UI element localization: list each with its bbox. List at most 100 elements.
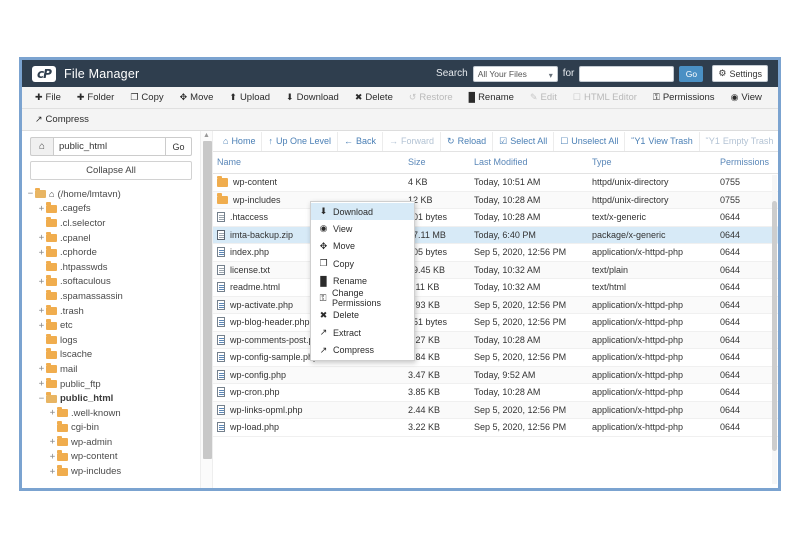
toolbar-button-copy[interactable]: ❐ Copy — [123, 88, 170, 108]
toolbar-button-permissions[interactable]: ⚿ Permissions — [646, 88, 722, 108]
context-menu-item-compress[interactable]: ↗ Compress — [311, 341, 414, 358]
toolbar-button-file[interactable]: ✚ File — [28, 88, 68, 108]
context-menu-item-extract[interactable]: ↗ Extract — [311, 324, 414, 341]
toolbar-button-delete[interactable]: ✖ Delete — [348, 88, 400, 108]
tree-item-label: .cpanel — [60, 232, 91, 244]
column-header-permissions[interactable]: Permissions — [716, 152, 778, 174]
table-row[interactable]: wp-load.php 3.22 KB Sep 5, 2020, 12:56 PM a… — [213, 418, 778, 437]
search-go-button[interactable]: Go — [679, 65, 704, 82]
tree-item-label: lscache — [60, 349, 93, 361]
context-menu-item-delete[interactable]: ✖ Delete — [311, 307, 414, 324]
tree-item-logs[interactable]: logs — [26, 333, 200, 348]
toolbar-button-compress[interactable]: ↗ Compress — [28, 110, 96, 130]
toolbar-button-move[interactable]: ✥ Move — [173, 88, 221, 108]
tree-item-lscache[interactable]: lscache — [26, 348, 200, 363]
search-input[interactable] — [579, 65, 675, 82]
tree-item-wp-content[interactable]: + wp-content — [26, 450, 200, 465]
tree-item-wp-includes[interactable]: + wp-includes — [26, 464, 200, 479]
toolbar-button-upload[interactable]: ⬆ Upload — [222, 88, 277, 108]
collapse-all-button[interactable]: Collapse All — [30, 161, 192, 180]
nav-button-home[interactable]: ⌂ Home — [217, 131, 263, 151]
column-header-type[interactable]: Type — [588, 152, 716, 174]
search-scope-select[interactable]: All Your Files ▾ — [472, 65, 558, 82]
expand-icon[interactable]: + — [37, 379, 46, 389]
expand-icon[interactable]: + — [37, 321, 46, 331]
column-header-size[interactable]: Size — [404, 152, 470, 174]
toolbar-button-folder[interactable]: ✚ Folder — [70, 88, 121, 108]
table-row[interactable]: wp-cron.php 3.85 KB Today, 10:28 AM applica… — [213, 383, 778, 402]
tree-item-cpanel[interactable]: + .cpanel — [26, 231, 200, 246]
tree-item-trash[interactable]: + .trash — [26, 304, 200, 319]
path-go-button[interactable]: Go — [166, 137, 192, 156]
context-menu-item-change-permissions[interactable]: ⚿ Change Permissions — [311, 288, 414, 308]
sidebar-scrollbar[interactable]: ▲ — [200, 131, 213, 488]
key-icon: ⚿ — [319, 292, 327, 303]
toolbar-button-rename[interactable]: █ Rename — [462, 88, 521, 108]
file-list-scrollbar[interactable] — [772, 175, 777, 484]
nav-button-up-one-level[interactable]: ↑ Up One Level — [262, 131, 338, 151]
table-row[interactable]: imta-backup.zip 57.11 MB Today, 6:40 PM pac… — [213, 226, 778, 244]
context-menu-item-copy[interactable]: ❐ Copy — [311, 255, 414, 272]
tree-item-spamassassin[interactable]: .spamassassin — [26, 289, 200, 304]
collapse-icon[interactable]: − — [37, 394, 46, 404]
tree-item-cgi-bin[interactable]: cgi-bin — [26, 421, 200, 436]
table-row[interactable]: wp-content 4 KB Today, 10:51 AM httpd/unix-… — [213, 173, 778, 192]
path-input[interactable]: public_html — [53, 137, 166, 156]
nav-button-reload[interactable]: ↻ Reload — [441, 131, 494, 151]
tree-item-cagefs[interactable]: + .cagefs — [26, 202, 200, 217]
toolbar-button-download[interactable]: ⬇ Download — [279, 88, 346, 108]
context-menu-item-view[interactable]: ◉ View — [311, 220, 414, 237]
expand-icon[interactable]: + — [37, 306, 46, 316]
expand-icon[interactable]: + — [37, 248, 46, 258]
toolbar-button-extract[interactable]: ↗Extract — [771, 88, 779, 108]
tree-item-homelmtavn[interactable]: − ⌂ (/home/lmtavn) — [26, 187, 200, 202]
tree-item-clselector[interactable]: .cl.selector — [26, 216, 200, 231]
scroll-up-arrow-icon[interactable]: ▲ — [201, 131, 212, 140]
tree-item-htpasswds[interactable]: .htpasswds — [26, 260, 200, 275]
tree-item-public_html[interactable]: − public_html — [26, 391, 200, 406]
column-header-name[interactable]: Name — [213, 152, 404, 174]
expand-icon[interactable]: + — [37, 277, 46, 287]
table-row[interactable]: index.php 405 bytes Sep 5, 2020, 12:56 PM a… — [213, 243, 778, 262]
settings-button[interactable]: ⚙ Settings — [712, 65, 768, 82]
folder-icon — [57, 465, 68, 476]
toolbar-button-view[interactable]: ◉ View — [724, 88, 769, 108]
tree-item-mail[interactable]: + mail — [26, 362, 200, 377]
table-row[interactable]: wp-includes 12 KB Today, 10:28 AM httpd/uni… — [213, 191, 778, 209]
nav-button-unselect-all[interactable]: ☐ Unselect All — [554, 131, 626, 151]
table-row[interactable]: wp-config-sample.php 2.84 KB Sep 5, 2020, … — [213, 348, 778, 367]
expand-icon[interactable]: + — [48, 408, 57, 418]
table-row[interactable]: wp-config.php 3.47 KB Today, 9:52 AM applic… — [213, 366, 778, 384]
tree-item-well-known[interactable]: + .well-known — [26, 406, 200, 421]
home-icon[interactable]: ⌂ — [30, 137, 53, 156]
table-row[interactable]: license.txt 19.45 KB Today, 10:32 AM text/p… — [213, 261, 778, 279]
nav-button-view-trash[interactable]: Ὕ1 View Trash — [625, 131, 700, 151]
table-row[interactable]: wp-blog-header.php 351 bytes Sep 5, 2020, … — [213, 313, 778, 332]
expand-icon[interactable]: + — [37, 364, 46, 374]
collapse-icon[interactable]: − — [26, 189, 35, 199]
expand-icon[interactable]: + — [37, 204, 46, 214]
nav-button-select-all[interactable]: ☑ Select All — [493, 131, 555, 151]
context-menu-item-move[interactable]: ✥ Move — [311, 238, 414, 255]
scrollbar-thumb[interactable] — [772, 201, 777, 451]
context-menu-item-rename[interactable]: █ Rename — [311, 272, 414, 289]
toolbar-button-html-editor: ☐ HTML Editor — [566, 88, 644, 108]
tree-item-wp-admin[interactable]: + wp-admin — [26, 435, 200, 450]
expand-icon[interactable]: + — [48, 452, 57, 462]
scrollbar-thumb[interactable] — [203, 141, 212, 459]
tree-item-etc[interactable]: + etc — [26, 318, 200, 333]
context-menu-item-download[interactable]: ⬇ Download — [311, 203, 414, 221]
table-row[interactable]: wp-activate.php 6.93 KB Sep 5, 2020, 12:56… — [213, 296, 778, 314]
tree-item-public_ftp[interactable]: + public_ftp — [26, 377, 200, 392]
table-row[interactable]: wp-comments-post.php 2.27 KB Today, 10:28 … — [213, 331, 778, 349]
table-row[interactable]: readme.html 7.11 KB Today, 10:32 AM text/ht… — [213, 278, 778, 297]
tree-item-cphorde[interactable]: + .cphorde — [26, 245, 200, 260]
tree-item-softaculous[interactable]: + .softaculous — [26, 275, 200, 290]
expand-icon[interactable]: + — [48, 437, 57, 447]
expand-icon[interactable]: + — [48, 467, 57, 477]
column-header-last-modified[interactable]: Last Modified — [470, 152, 588, 174]
table-row[interactable]: wp-links-opml.php 2.44 KB Sep 5, 2020, 12:… — [213, 401, 778, 419]
expand-icon[interactable]: + — [37, 233, 46, 243]
table-row[interactable]: .htaccess 801 bytes Today, 10:28 AM text/x-… — [213, 208, 778, 227]
nav-button-back[interactable]: ← Back — [338, 131, 384, 151]
